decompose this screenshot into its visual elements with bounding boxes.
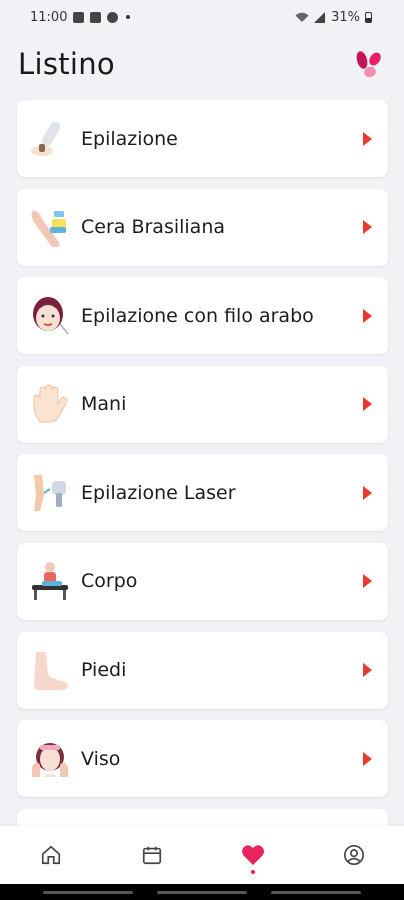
more-notifications-icon: [126, 15, 131, 19]
gesture-handle: [271, 890, 361, 894]
list-item-epilazione[interactable]: Epilazione: [17, 100, 388, 177]
chevron-right-icon: [363, 485, 372, 500]
list-item-label: Corpo: [81, 570, 138, 593]
nav-profile[interactable]: [324, 830, 384, 880]
threading-face-icon: [27, 293, 73, 339]
chevron-right-icon: [363, 663, 372, 678]
status-bar: 11:00 31%: [0, 0, 404, 34]
list-item-viso[interactable]: Viso: [17, 720, 388, 798]
app-notification-icon: [107, 11, 119, 23]
list-item-label: Epilazione con filo arabo: [81, 304, 314, 327]
battery-icon: [365, 11, 372, 23]
list-item-corpo[interactable]: Corpo: [17, 542, 388, 620]
chevron-right-icon: [363, 131, 372, 146]
face-care-icon: [27, 736, 73, 782]
list-item-label: Cera Brasiliana: [81, 216, 226, 239]
brand-logo-icon: [356, 51, 381, 78]
system-gesture-bar: [0, 884, 404, 900]
wax-spatula-icon: [27, 116, 73, 162]
list-item-label: Mani: [81, 393, 127, 416]
signal-icon: [314, 11, 326, 23]
bottom-navigation: [0, 826, 404, 884]
chevron-right-icon: [363, 220, 372, 235]
list-item-cera-brasiliana[interactable]: Cera Brasiliana: [17, 188, 388, 266]
nav-home[interactable]: [21, 830, 81, 880]
gesture-handle: [157, 890, 247, 894]
heart-icon: [241, 845, 264, 865]
chevron-right-icon: [363, 574, 372, 589]
list-item-label: Epilazione Laser: [81, 481, 236, 504]
hand-icon: [27, 381, 73, 427]
list-item-epilazione-filo-arabo[interactable]: Epilazione con filo arabo: [17, 277, 388, 355]
list-item-epilazione-laser[interactable]: Epilazione Laser: [17, 454, 388, 532]
chevron-right-icon: [363, 397, 372, 412]
list-item-label: Piedi: [81, 659, 127, 682]
profile-icon: [343, 845, 364, 865]
home-icon: [41, 845, 60, 865]
nav-favorites[interactable]: [223, 830, 283, 880]
laser-leg-icon: [27, 470, 73, 516]
nav-calendar[interactable]: [122, 830, 182, 880]
massage-icon: [27, 558, 73, 604]
header: Listino: [0, 34, 404, 94]
foot-icon: [27, 647, 73, 693]
list-item-piedi[interactable]: Piedi: [17, 631, 388, 709]
service-list: Epilazione Cera Brasiliana Epilazione co…: [17, 100, 388, 897]
chevron-right-icon: [363, 308, 372, 323]
battery-percent: 31%: [331, 9, 360, 25]
list-item-label: Epilazione: [81, 127, 178, 150]
wax-leg-icon: [27, 204, 73, 250]
status-time: 11:00: [30, 9, 68, 25]
gesture-handle: [43, 890, 133, 894]
list-item-mani[interactable]: Mani: [17, 365, 388, 443]
list-item-label: Viso: [81, 747, 121, 770]
gallery-notification-icon: [73, 11, 85, 23]
active-indicator: [250, 870, 255, 874]
chevron-right-icon: [363, 751, 372, 766]
calendar-icon: [142, 846, 161, 865]
page-title: Listino: [18, 47, 115, 81]
mail-notification-icon: [90, 11, 102, 23]
wifi-icon: [295, 12, 309, 22]
